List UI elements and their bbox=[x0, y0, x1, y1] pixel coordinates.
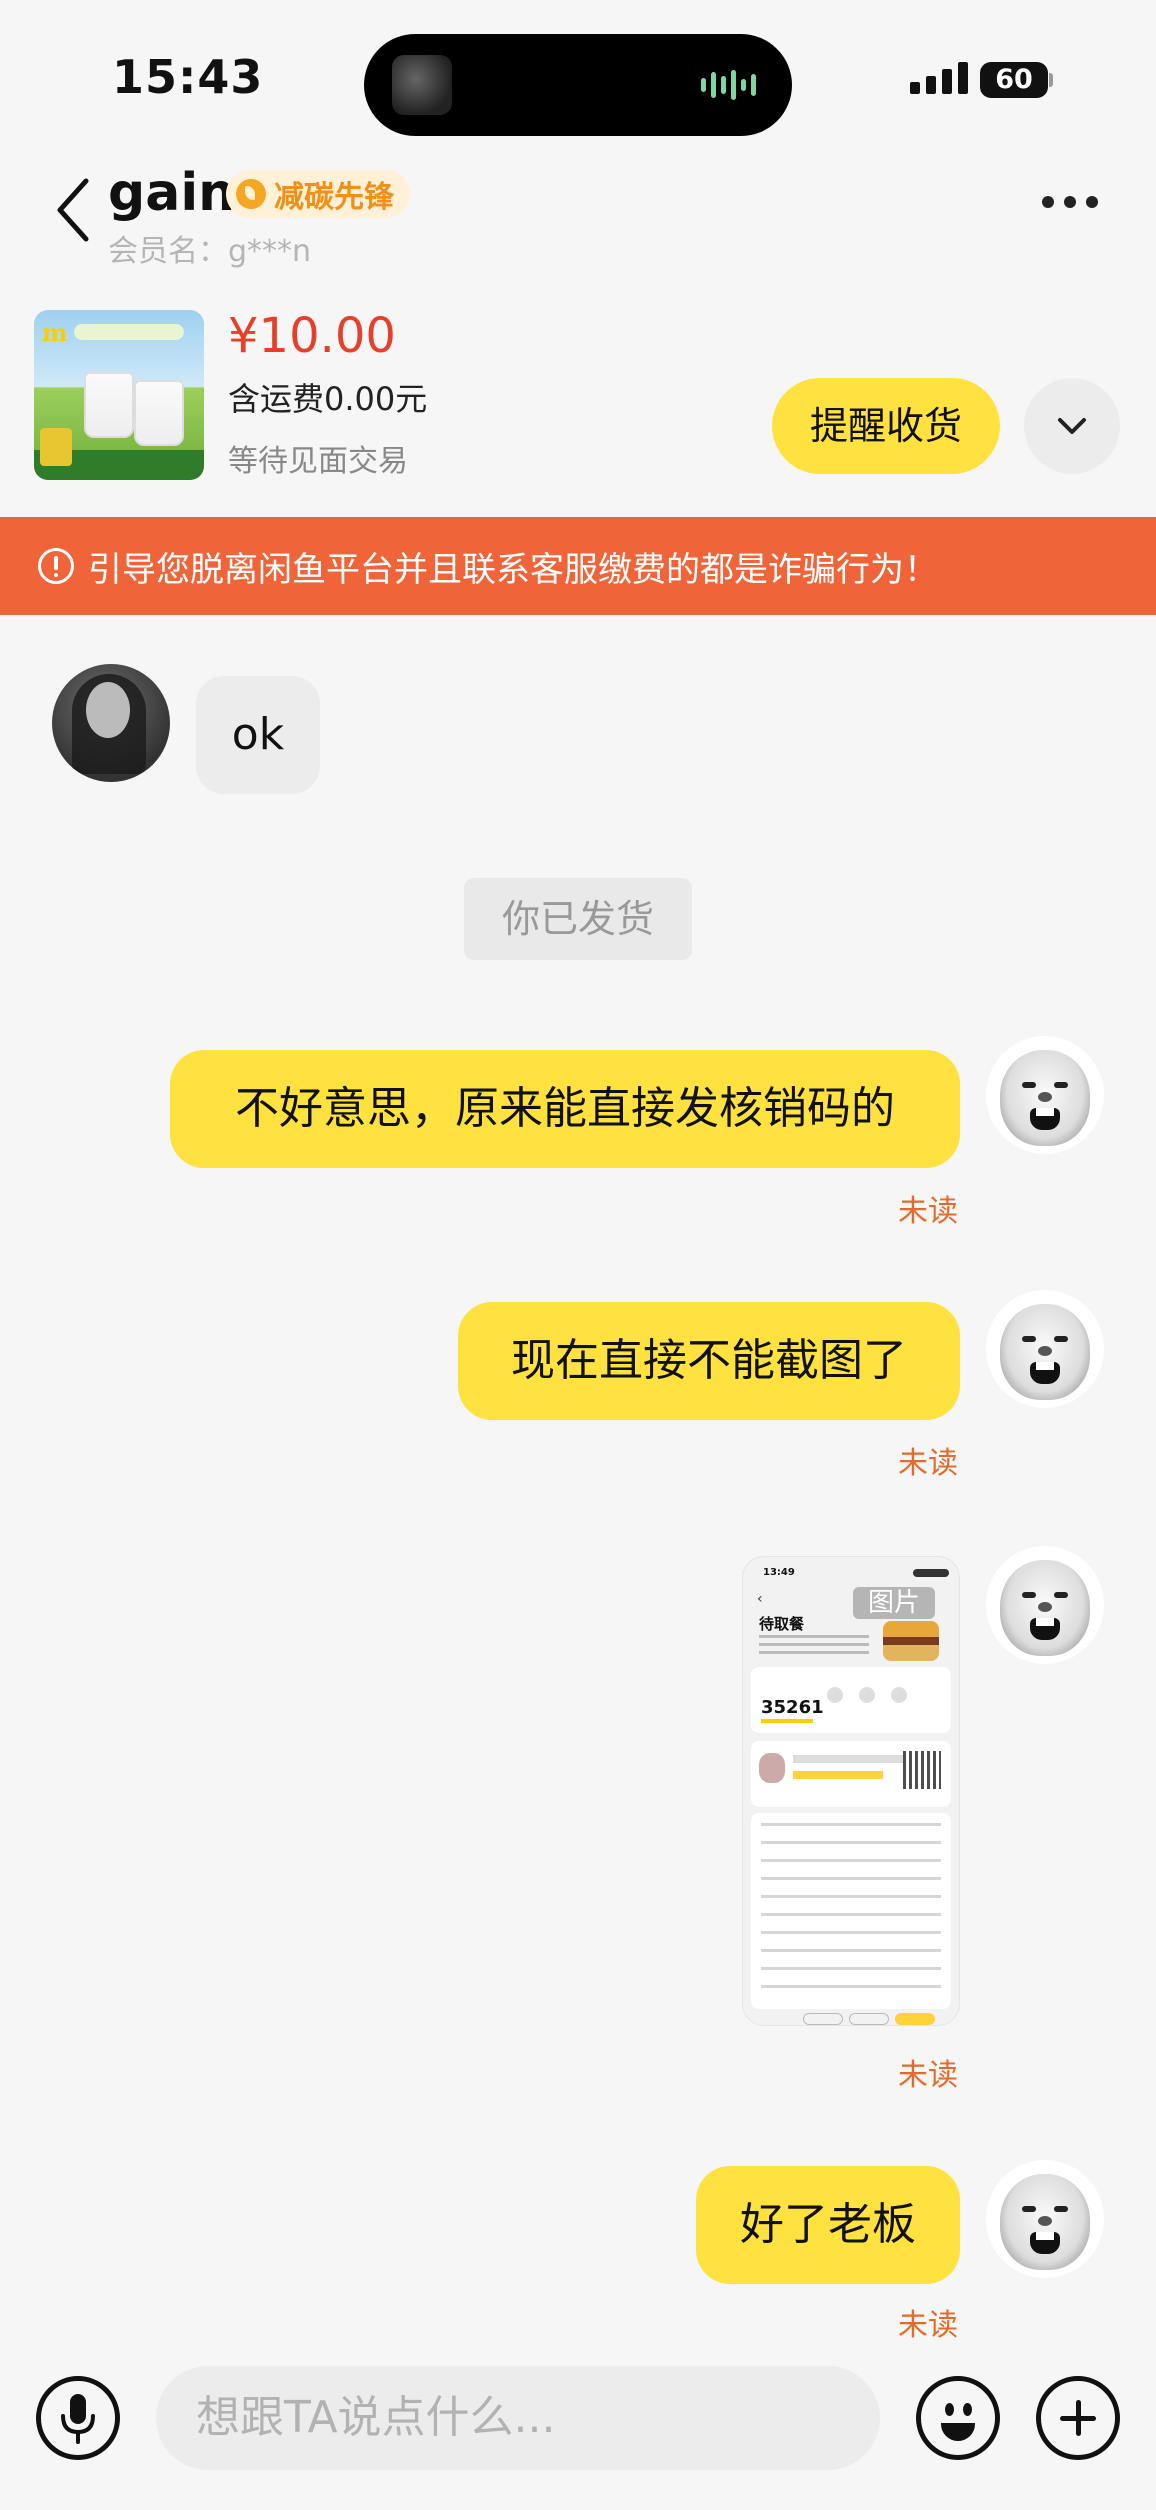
avatar-face bbox=[86, 682, 130, 738]
alert-icon bbox=[38, 548, 74, 584]
voice-button[interactable] bbox=[36, 2376, 120, 2460]
image-label: 图片 bbox=[853, 1587, 935, 1619]
meme-face-icon bbox=[1000, 1560, 1090, 1656]
image-message[interactable]: 13:49 ‹ 待取餐 35261 图片 bbox=[742, 1556, 960, 2026]
leaf-icon bbox=[236, 179, 266, 209]
sent-message[interactable]: 好了老板 bbox=[696, 2166, 960, 2284]
meme-face-icon bbox=[1000, 1304, 1090, 1400]
emoji-button[interactable] bbox=[916, 2376, 1000, 2460]
battery-tip bbox=[1049, 73, 1053, 87]
screenshot-text-line bbox=[793, 1755, 903, 1763]
thumbnail-tag bbox=[40, 428, 72, 466]
badge-label: 减碳先锋 bbox=[274, 180, 394, 215]
meme-face-icon bbox=[1000, 1050, 1090, 1146]
received-message[interactable]: ok bbox=[196, 676, 320, 794]
screenshot-step-icons bbox=[827, 1687, 907, 1703]
read-status: 未读 bbox=[898, 2308, 958, 2343]
screenshot-order-lines bbox=[761, 1823, 941, 2003]
emoji-mouth bbox=[941, 2423, 975, 2441]
member-name: 会员名：g***n bbox=[108, 234, 312, 269]
shipping-fee: 含运费0.00元 bbox=[228, 380, 428, 418]
chevron-down-icon bbox=[1058, 418, 1086, 434]
screenshot-time: 13:49 bbox=[763, 1567, 795, 1578]
back-button[interactable] bbox=[52, 175, 92, 245]
manager-avatar-icon bbox=[759, 1753, 785, 1783]
screenshot-buttons bbox=[803, 2013, 935, 2025]
expand-button[interactable] bbox=[1024, 378, 1120, 474]
audio-wave-icon bbox=[701, 68, 756, 102]
burger-icon bbox=[883, 1621, 939, 1661]
more-dot bbox=[1064, 196, 1076, 208]
emoji-eye bbox=[945, 2403, 954, 2416]
brand-logo: m bbox=[42, 318, 68, 347]
pickup-code: 35261 bbox=[761, 1697, 824, 1718]
meme-face-icon bbox=[1000, 2174, 1090, 2270]
sent-message[interactable]: 现在直接不能截图了 bbox=[458, 1302, 960, 1420]
product-price: ¥10.00 bbox=[228, 308, 396, 364]
chevron-left-icon bbox=[57, 178, 89, 242]
thumbnail-banner bbox=[74, 324, 184, 340]
signal-icon bbox=[910, 60, 968, 94]
emoji-eye bbox=[963, 2403, 972, 2416]
my-avatar[interactable] bbox=[986, 2160, 1104, 2278]
my-avatar[interactable] bbox=[986, 1290, 1104, 1408]
battery-icon: 60 bbox=[980, 62, 1048, 98]
remind-receipt-button[interactable]: 提醒收货 bbox=[772, 378, 1000, 474]
sent-message[interactable]: 不好意思，原来能直接发核销码的 bbox=[170, 1050, 960, 1168]
screenshot-text-line bbox=[793, 1771, 883, 1779]
screenshot-title: 待取餐 bbox=[759, 1615, 805, 1633]
screenshot-subtitle-lines bbox=[759, 1635, 869, 1655]
more-button[interactable] bbox=[1042, 196, 1098, 208]
warning-text: 引导您脱离闲鱼平台并且联系客服缴费的都是诈骗行为！ bbox=[88, 549, 938, 590]
now-playing-artwork bbox=[392, 55, 452, 115]
fraud-warning-banner: 引导您脱离闲鱼平台并且联系客服缴费的都是诈骗行为！ bbox=[0, 517, 1156, 615]
read-status: 未读 bbox=[898, 1446, 958, 1481]
deal-status: 等待见面交易 bbox=[228, 444, 408, 479]
pickup-code-underline bbox=[761, 1719, 813, 1723]
chat-title: gain bbox=[108, 163, 236, 223]
status-time: 15:43 bbox=[112, 50, 264, 104]
screenshot-status-icons bbox=[913, 1569, 949, 1577]
more-dot bbox=[1042, 196, 1054, 208]
other-user-avatar[interactable] bbox=[52, 664, 170, 782]
dynamic-island bbox=[364, 34, 792, 136]
my-avatar[interactable] bbox=[986, 1546, 1104, 1664]
system-message: 你已发货 bbox=[464, 878, 692, 960]
read-status: 未读 bbox=[898, 1194, 958, 1229]
dessert-cup bbox=[84, 372, 134, 438]
microphone-icon bbox=[61, 2394, 95, 2444]
read-status: 未读 bbox=[898, 2058, 958, 2093]
more-dot bbox=[1086, 196, 1098, 208]
my-avatar[interactable] bbox=[986, 1036, 1104, 1154]
message-input[interactable] bbox=[156, 2366, 880, 2470]
dessert-cup bbox=[134, 380, 184, 446]
qr-code-icon bbox=[903, 1751, 941, 1789]
product-thumbnail[interactable]: m bbox=[34, 310, 204, 480]
user-badge: 减碳先锋 bbox=[226, 170, 410, 218]
add-attachment-button[interactable] bbox=[1036, 2376, 1120, 2460]
screenshot-back-icon: ‹ bbox=[757, 1591, 763, 1607]
